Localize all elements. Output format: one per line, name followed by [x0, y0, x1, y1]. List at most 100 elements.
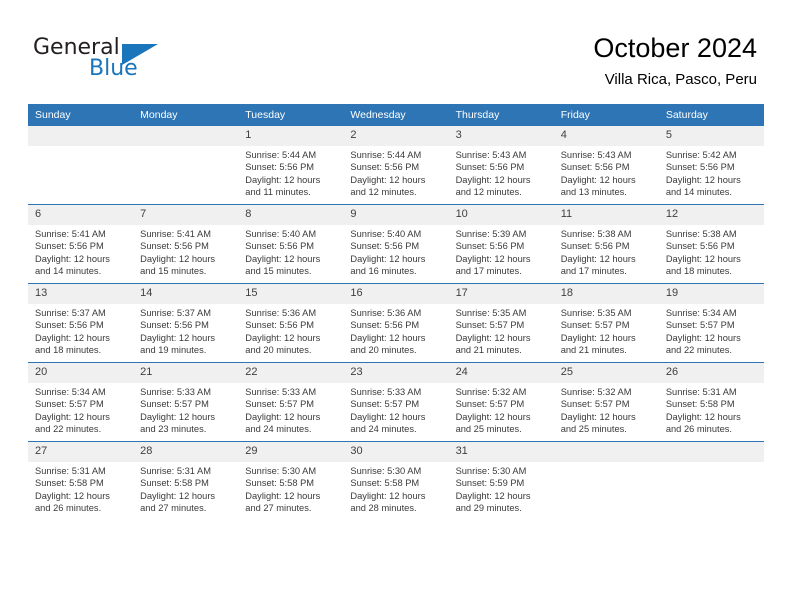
sunrise-time: Sunrise: 5:43 AM [560, 150, 632, 160]
calendar-day-cell-empty [658, 441, 764, 520]
calendar-body: 1 Sunrise: 5:44 AM Sunset: 5:56 PM Daylight… [28, 126, 764, 520]
day-number [133, 126, 239, 146]
daylight-duration-line2: and 19 minutes. [140, 345, 207, 356]
sunset-time: Sunset: 5:57 PM [245, 399, 315, 410]
calendar-day-cell[interactable]: 11 Sunrise: 5:38 AM Sunset: 5:56 PM Dayligh… [553, 204, 659, 284]
daylight-duration-line2: and 17 minutes. [455, 266, 522, 277]
day-details: Sunrise: 5:34 AM Sunset: 5:57 PM Daylight:… [659, 304, 764, 357]
daylight-duration-line2: and 26 minutes. [35, 503, 102, 514]
day-number: 25 [553, 363, 659, 383]
sunset-time: Sunset: 5:57 PM [35, 399, 104, 410]
title-block: October 2024 Villa Rica, Pasco, Peru [593, 32, 757, 90]
calendar-day-cell[interactable]: 8 Sunrise: 5:40 AM Sunset: 5:56 PM Daylight… [238, 204, 344, 284]
calendar-day-cell[interactable]: 23 Sunrise: 5:33 AM Sunset: 5:57 PM Dayligh… [343, 362, 449, 442]
calendar-week-row: 20 Sunrise: 5:34 AM Sunset: 5:57 PM Dayligh… [28, 362, 764, 442]
day-details: Sunrise: 5:31 AM Sunset: 5:58 PM Daylight:… [133, 462, 238, 515]
calendar-day-cell[interactable]: 25 Sunrise: 5:32 AM Sunset: 5:57 PM Dayligh… [553, 362, 659, 442]
calendar-day-cell[interactable]: 22 Sunrise: 5:33 AM Sunset: 5:57 PM Dayligh… [238, 362, 344, 442]
daylight-duration-line2: and 24 minutes. [245, 424, 312, 435]
sunset-time: Sunset: 5:56 PM [350, 241, 420, 252]
sunrise-time: Sunrise: 5:35 AM [560, 308, 632, 318]
daylight-duration-line2: and 26 minutes. [665, 424, 732, 435]
calendar-day-cell[interactable]: 28 Sunrise: 5:31 AM Sunset: 5:58 PM Dayligh… [133, 441, 239, 520]
daylight-duration-line2: and 22 minutes. [35, 424, 102, 435]
calendar-day-cell[interactable]: 1 Sunrise: 5:44 AM Sunset: 5:56 PM Daylight… [238, 126, 344, 205]
sunset-time: Sunset: 5:58 PM [35, 478, 104, 489]
daylight-duration-line1: Daylight: 12 hours [140, 490, 216, 501]
calendar-day-cell[interactable]: 20 Sunrise: 5:34 AM Sunset: 5:57 PM Dayligh… [28, 362, 134, 442]
sunrise-time: Sunrise: 5:41 AM [140, 229, 211, 239]
sunrise-time: Sunrise: 5:41 AM [35, 229, 106, 239]
calendar-day-cell[interactable]: 31 Sunrise: 5:30 AM Sunset: 5:59 PM Dayligh… [448, 441, 554, 520]
calendar-day-cell[interactable]: 9 Sunrise: 5:40 AM Sunset: 5:56 PM Daylight… [343, 204, 449, 284]
calendar-day-cell[interactable]: 29 Sunrise: 5:30 AM Sunset: 5:58 PM Dayligh… [238, 441, 344, 520]
daylight-duration-line1: Daylight: 12 hours [455, 490, 531, 501]
day-number: 29 [238, 442, 344, 462]
sunrise-time: Sunrise: 5:44 AM [350, 150, 422, 160]
day-details: Sunrise: 5:38 AM Sunset: 5:56 PM Daylight:… [554, 225, 659, 278]
calendar-week-row: 1 Sunrise: 5:44 AM Sunset: 5:56 PM Daylight… [28, 126, 764, 205]
sunrise-time: Sunrise: 5:37 AM [35, 308, 106, 318]
sunrise-time: Sunrise: 5:34 AM [35, 387, 106, 397]
sunset-time: Sunset: 5:57 PM [350, 399, 420, 410]
day-number: 14 [133, 284, 239, 304]
calendar-day-cell[interactable]: 5 Sunrise: 5:42 AM Sunset: 5:56 PM Daylight… [658, 126, 764, 205]
calendar-day-cell[interactable]: 15 Sunrise: 5:36 AM Sunset: 5:56 PM Dayligh… [238, 283, 344, 363]
calendar-day-cell[interactable]: 26 Sunrise: 5:31 AM Sunset: 5:58 PM Dayligh… [658, 362, 764, 442]
weekday-header-sunday: Sunday [28, 104, 134, 126]
calendar-day-cell[interactable]: 30 Sunrise: 5:30 AM Sunset: 5:58 PM Dayligh… [343, 441, 449, 520]
calendar-day-cell[interactable]: 4 Sunrise: 5:43 AM Sunset: 5:56 PM Daylight… [553, 126, 659, 205]
day-details: Sunrise: 5:33 AM Sunset: 5:57 PM Daylight:… [343, 383, 448, 436]
day-details: Sunrise: 5:37 AM Sunset: 5:56 PM Daylight:… [28, 304, 133, 357]
calendar-day-cell[interactable]: 27 Sunrise: 5:31 AM Sunset: 5:58 PM Dayligh… [28, 441, 134, 520]
daylight-duration-line1: Daylight: 12 hours [455, 411, 531, 422]
day-number: 2 [343, 126, 449, 146]
calendar-day-cell[interactable]: 21 Sunrise: 5:33 AM Sunset: 5:57 PM Dayligh… [133, 362, 239, 442]
calendar-day-cell[interactable]: 16 Sunrise: 5:36 AM Sunset: 5:56 PM Dayligh… [343, 283, 449, 363]
calendar-day-cell[interactable]: 14 Sunrise: 5:37 AM Sunset: 5:56 PM Dayligh… [133, 283, 239, 363]
calendar-day-cell[interactable]: 19 Sunrise: 5:34 AM Sunset: 5:57 PM Dayligh… [658, 283, 764, 363]
calendar-day-cell[interactable]: 10 Sunrise: 5:39 AM Sunset: 5:56 PM Dayligh… [448, 204, 554, 284]
daylight-duration-line2: and 18 minutes. [665, 266, 732, 277]
calendar-grid: Sunday Monday Tuesday Wednesday Thursday… [28, 104, 764, 520]
day-number: 17 [448, 284, 554, 304]
calendar-day-cell[interactable]: 2 Sunrise: 5:44 AM Sunset: 5:56 PM Daylight… [343, 126, 449, 205]
weekday-header-monday: Monday [133, 104, 239, 126]
daylight-duration-line1: Daylight: 12 hours [245, 490, 321, 501]
daylight-duration-line2: and 11 minutes. [245, 187, 311, 198]
calendar-day-cell[interactable]: 13 Sunrise: 5:37 AM Sunset: 5:56 PM Dayligh… [28, 283, 134, 363]
sunrise-time: Sunrise: 5:36 AM [350, 308, 422, 318]
day-details: Sunrise: 5:33 AM Sunset: 5:57 PM Daylight:… [238, 383, 343, 436]
daylight-duration-line1: Daylight: 12 hours [560, 332, 636, 343]
page-title: October 2024 [593, 33, 757, 63]
day-details: Sunrise: 5:40 AM Sunset: 5:56 PM Daylight:… [343, 225, 448, 278]
daylight-duration-line1: Daylight: 12 hours [245, 332, 321, 343]
day-details: Sunrise: 5:31 AM Sunset: 5:58 PM Daylight:… [659, 383, 764, 436]
sunrise-time: Sunrise: 5:37 AM [140, 308, 211, 318]
daylight-duration-line1: Daylight: 12 hours [665, 174, 741, 185]
day-details: Sunrise: 5:37 AM Sunset: 5:56 PM Daylight:… [133, 304, 238, 357]
day-details: Sunrise: 5:42 AM Sunset: 5:56 PM Daylight:… [659, 146, 764, 199]
calendar-day-cell[interactable]: 6 Sunrise: 5:41 AM Sunset: 5:56 PM Daylight… [28, 204, 134, 284]
sunrise-time: Sunrise: 5:32 AM [455, 387, 527, 397]
calendar-day-cell[interactable]: 7 Sunrise: 5:41 AM Sunset: 5:56 PM Daylight… [133, 204, 239, 284]
sunset-time: Sunset: 5:59 PM [455, 478, 525, 489]
day-number: 10 [448, 205, 554, 225]
day-number: 16 [343, 284, 449, 304]
day-number: 19 [658, 284, 764, 304]
calendar-day-cell[interactable]: 17 Sunrise: 5:35 AM Sunset: 5:57 PM Dayligh… [448, 283, 554, 363]
sunrise-time: Sunrise: 5:38 AM [560, 229, 632, 239]
day-details: Sunrise: 5:35 AM Sunset: 5:57 PM Daylight:… [449, 304, 554, 357]
daylight-duration-line2: and 27 minutes. [245, 503, 312, 514]
day-details: Sunrise: 5:40 AM Sunset: 5:56 PM Daylight:… [238, 225, 343, 278]
daylight-duration-line2: and 25 minutes. [455, 424, 522, 435]
sunrise-time: Sunrise: 5:33 AM [245, 387, 317, 397]
sunrise-time: Sunrise: 5:31 AM [665, 387, 737, 397]
calendar-day-cell[interactable]: 12 Sunrise: 5:38 AM Sunset: 5:56 PM Dayligh… [658, 204, 764, 284]
calendar-day-cell[interactable]: 18 Sunrise: 5:35 AM Sunset: 5:57 PM Dayligh… [553, 283, 659, 363]
day-number: 7 [133, 205, 239, 225]
day-number [658, 442, 764, 462]
daylight-duration-line1: Daylight: 12 hours [350, 411, 426, 422]
calendar-day-cell[interactable]: 24 Sunrise: 5:32 AM Sunset: 5:57 PM Dayligh… [448, 362, 554, 442]
calendar-day-cell[interactable]: 3 Sunrise: 5:43 AM Sunset: 5:56 PM Daylight… [448, 126, 554, 205]
